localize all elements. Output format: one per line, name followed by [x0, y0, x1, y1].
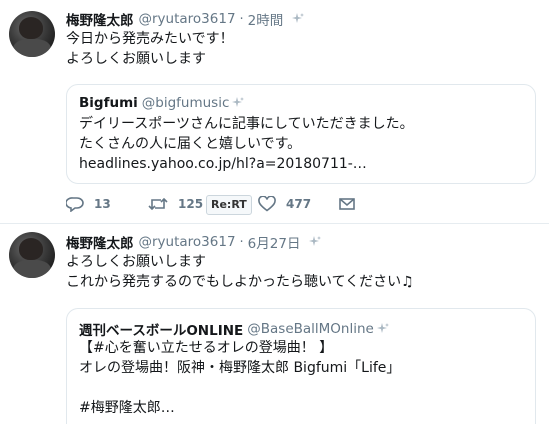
separator-dot: · [239, 234, 244, 250]
tweet-text-line: 今日から発売みたいです！ [66, 31, 234, 47]
sparkle-icon [292, 13, 305, 25]
like-count: 477 [286, 197, 312, 211]
reply-button[interactable]: 13 [66, 192, 111, 216]
avatar[interactable] [9, 11, 55, 57]
quoted-text-line: たくさんの人に届くと嬉しいです。 [79, 136, 302, 152]
reply-count: 13 [94, 197, 111, 211]
sparkle-icon [232, 97, 245, 109]
quoted-author-name: Bigfumi [79, 95, 138, 111]
avatar[interactable] [9, 232, 55, 278]
timestamp[interactable]: 2時間 [248, 9, 284, 29]
quoted-text-line: 【#心を奮い立たせるオレの登場曲！ 】 [79, 340, 334, 356]
reply-icon [66, 196, 84, 212]
author-handle[interactable]: @ryutaro3617 [139, 11, 236, 27]
envelope-icon [338, 196, 356, 212]
sparkle-icon [309, 236, 322, 248]
like-button[interactable]: 477 [258, 192, 311, 216]
quoted-text-line: オレの登場曲！阪神・梅野隆太郎 Bigfumi「Life」 [79, 360, 401, 376]
author-handle[interactable]: @ryutaro3617 [139, 234, 236, 250]
tweet-actions: 13 125 Re:RT 477 [66, 192, 526, 216]
dm-button[interactable] [338, 192, 356, 216]
quoted-author-handle: @BaseBallMOnline [247, 321, 374, 337]
timestamp[interactable]: 6月27日 [248, 232, 301, 252]
retweet-icon [148, 196, 168, 212]
tweet-header: 梅野隆太郎 @ryutaro3617 · 2時間 [66, 9, 305, 29]
sparkle-icon [376, 323, 389, 335]
tweet-text-line: よろしくお願いします [66, 51, 206, 67]
heart-icon [258, 196, 276, 212]
quoted-link[interactable]: headlines.yahoo.co.jp/hl?a=20180711-… [79, 154, 367, 174]
quoted-author-name: 週刊ベースボールONLINE [79, 323, 244, 339]
author-name[interactable]: 梅野隆太郎 [66, 9, 134, 29]
quoted-author-handle: @bigfumusic [141, 95, 230, 111]
quoted-text-line: デイリースポーツさんに記事にしていただきました。 [79, 116, 414, 132]
quoted-tweet-header: Bigfumi @bigfumusic [79, 95, 245, 111]
tweet-text: よろしくお願いします これから発売するのでもしよかったら聴いてください♫ [66, 252, 414, 292]
tweet-text-line: これから発売するのでもしよかったら聴いてください♫ [66, 274, 414, 290]
quoted-tweet[interactable]: Bigfumi @bigfumusic デイリースポーツさんに記事にしていただき… [66, 84, 536, 184]
tweet[interactable]: 梅野隆太郎 @ryutaro3617 · 6月27日 よろしくお願いします これ… [0, 224, 549, 427]
retweet-button[interactable]: 125 [148, 192, 203, 216]
rert-button[interactable]: Re:RT [206, 195, 252, 215]
tweet-text: 今日から発売みたいです！ よろしくお願いします [66, 29, 234, 69]
tweet-text-line: よろしくお願いします [66, 254, 206, 270]
separator-dot: · [239, 11, 244, 27]
tweet[interactable]: 梅野隆太郎 @ryutaro3617 · 2時間 今日から発売みたいです！ よろ… [0, 0, 549, 224]
retweet-count: 125 [178, 197, 204, 211]
quoted-tweet[interactable]: 週刊ベースボールONLINE @BaseBallMOnline 【#心を奮い立た… [66, 308, 536, 424]
quoted-hashtag[interactable]: #梅野隆太郎… [79, 398, 175, 418]
tweet-header: 梅野隆太郎 @ryutaro3617 · 6月27日 [66, 232, 322, 252]
quoted-tweet-header: 週刊ベースボールONLINE @BaseBallMOnline [79, 319, 389, 339]
author-name[interactable]: 梅野隆太郎 [66, 232, 134, 252]
